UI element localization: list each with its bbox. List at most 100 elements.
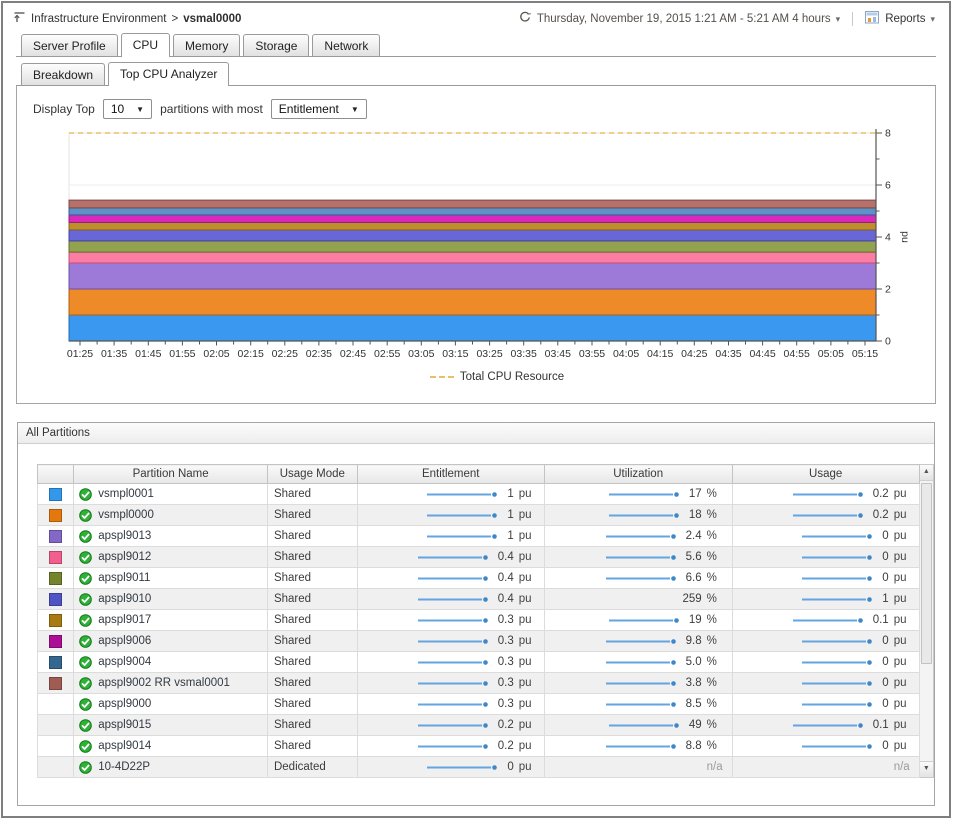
column-header-utilization[interactable]: Utilization: [544, 465, 732, 484]
table-row[interactable]: apspl9013Shared1pu2.4%0pu: [38, 526, 920, 547]
stacked-area-chart: 02468pu01:2501:3501:4501:5502:0502:1502:…: [57, 127, 935, 367]
breadcrumb[interactable]: Infrastructure Environment > vsmal0000: [13, 11, 241, 27]
svg-text:03:25: 03:25: [476, 348, 502, 360]
breadcrumb-root[interactable]: Infrastructure Environment: [31, 13, 167, 25]
partition-name-cell[interactable]: 10-4D22P: [74, 757, 268, 778]
svg-text:02:55: 02:55: [374, 348, 400, 360]
table-row[interactable]: apspl9006Shared0.3pu9.8%0pu: [38, 631, 920, 652]
table-scrollbar[interactable]: ▲ ▼: [920, 464, 934, 778]
entitlement-cell: 0.2pu: [357, 736, 544, 757]
legend-label: Total CPU Resource: [460, 371, 564, 383]
sparkline: [417, 553, 493, 562]
scroll-up-icon[interactable]: ▲: [920, 465, 933, 481]
utilization-cell: 8.5%: [544, 694, 732, 715]
usage-mode-cell: Shared: [267, 505, 357, 526]
top-count-select[interactable]: 10 ▼: [103, 99, 152, 119]
sparkline: [605, 553, 681, 562]
column-header-partition-name[interactable]: Partition Name: [74, 465, 268, 484]
table-row[interactable]: apspl9004Shared0.3pu5.0%0pu: [38, 652, 920, 673]
series-color-swatch: [49, 614, 62, 627]
column-header-usage-mode[interactable]: Usage Mode: [267, 465, 357, 484]
sparkline: [792, 721, 868, 730]
usage-cell: 0.2pu: [732, 484, 919, 505]
entitlement-cell: 0.4pu: [357, 547, 544, 568]
partition-name-cell[interactable]: apspl9006: [74, 631, 268, 652]
usage-cell: 0pu: [732, 673, 919, 694]
usage-cell: n/a: [732, 757, 919, 778]
series-color-cell: [38, 484, 74, 505]
table-row[interactable]: apspl9015Shared0.2pu49%0.1pu: [38, 715, 920, 736]
tab-server-profile[interactable]: Server Profile: [21, 34, 118, 56]
status-ok-icon: [79, 551, 92, 564]
all-partitions-panel: All Partitions Partition NameUsage ModeE…: [17, 422, 935, 806]
top-header: Infrastructure Environment > vsmal0000 T…: [3, 3, 949, 32]
svg-text:04:35: 04:35: [715, 348, 741, 360]
column-header-usage[interactable]: Usage: [732, 465, 919, 484]
tab-memory[interactable]: Memory: [173, 34, 240, 56]
header-divider: [852, 12, 853, 26]
subtab-breakdown[interactable]: Breakdown: [21, 63, 105, 85]
table-row[interactable]: apspl9012Shared0.4pu5.6%0pu: [38, 547, 920, 568]
subtab-top-cpu-analyzer[interactable]: Top CPU Analyzer: [108, 62, 229, 86]
sparkline: [605, 700, 681, 709]
partition-name-cell[interactable]: vsmpl0000: [74, 505, 268, 526]
usage-cell: 0pu: [732, 694, 919, 715]
table-row[interactable]: apspl9011Shared0.4pu6.6%0pu: [38, 568, 920, 589]
table-row[interactable]: 10-4D22PDedicated0pun/an/a: [38, 757, 920, 778]
partitions-table: Partition NameUsage ModeEntitlementUtili…: [37, 464, 920, 778]
time-range-selector[interactable]: Thursday, November 19, 2015 1:21 AM - 5:…: [518, 11, 840, 27]
sparkline: [608, 721, 684, 730]
threshold-line-swatch: [430, 376, 454, 378]
reports-menu[interactable]: Reports ▾: [865, 11, 935, 27]
chart-canvas: 02468pu01:2501:3501:4501:5502:0502:1502:…: [57, 127, 937, 362]
svg-text:01:55: 01:55: [169, 348, 195, 360]
table-row[interactable]: apspl9017Shared0.3pu19%0.1pu: [38, 610, 920, 631]
entitlement-cell: 0.4pu: [357, 568, 544, 589]
status-ok-icon: [79, 677, 92, 690]
status-ok-icon: [79, 698, 92, 711]
scrollbar-track[interactable]: [920, 481, 933, 761]
table-row[interactable]: vsmpl0000Shared1pu18%0.2pu: [38, 505, 920, 526]
series-color-cell: [38, 547, 74, 568]
partition-name-cell[interactable]: apspl9000: [74, 694, 268, 715]
tab-storage[interactable]: Storage: [243, 34, 309, 56]
tab-network[interactable]: Network: [312, 34, 380, 56]
partition-name-cell[interactable]: apspl9015: [74, 715, 268, 736]
column-header-entitlement[interactable]: Entitlement: [357, 465, 544, 484]
up-level-icon[interactable]: [13, 11, 26, 27]
reports-label: Reports: [885, 13, 925, 25]
partition-name-cell[interactable]: apspl9011: [74, 568, 268, 589]
table-row[interactable]: apspl9002 RR vsmal0001Shared0.3pu3.8%0pu: [38, 673, 920, 694]
partition-name-cell[interactable]: apspl9002 RR vsmal0001: [74, 673, 268, 694]
column-header-color[interactable]: [38, 465, 74, 484]
series-color-cell: [38, 589, 74, 610]
sparkline: [417, 595, 493, 604]
metric-select[interactable]: Entitlement ▼: [271, 99, 367, 119]
partition-name-cell[interactable]: apspl9012: [74, 547, 268, 568]
svg-text:02:25: 02:25: [272, 348, 298, 360]
usage-cell: 0.1pu: [732, 715, 919, 736]
entitlement-cell: 0.3pu: [357, 610, 544, 631]
sparkline: [417, 658, 493, 667]
utilization-cell: 19%: [544, 610, 732, 631]
partition-name-cell[interactable]: apspl9004: [74, 652, 268, 673]
tab-cpu[interactable]: CPU: [121, 33, 170, 57]
table-row[interactable]: vsmpl0001Shared1pu17%0.2pu: [38, 484, 920, 505]
table-row[interactable]: apspl9000Shared0.3pu8.5%0pu: [38, 694, 920, 715]
usage-mode-cell: Shared: [267, 694, 357, 715]
partition-name-cell[interactable]: apspl9017: [74, 610, 268, 631]
table-row[interactable]: apspl9014Shared0.2pu8.8%0pu: [38, 736, 920, 757]
series-color-swatch: [49, 635, 62, 648]
metric-caret-icon: ▼: [351, 105, 359, 114]
partition-name-cell[interactable]: apspl9014: [74, 736, 268, 757]
series-color-cell: [38, 694, 74, 715]
scrollbar-thumb[interactable]: [921, 483, 932, 664]
table-row[interactable]: apspl9010Shared0.4pu259%1pu: [38, 589, 920, 610]
scroll-down-icon[interactable]: ▼: [920, 761, 933, 777]
sparkline: [417, 679, 493, 688]
partition-name-cell[interactable]: apspl9010: [74, 589, 268, 610]
partition-name-cell[interactable]: vsmpl0001: [74, 484, 268, 505]
sparkline: [426, 490, 502, 499]
partition-name-cell[interactable]: apspl9013: [74, 526, 268, 547]
utilization-cell: 8.8%: [544, 736, 732, 757]
